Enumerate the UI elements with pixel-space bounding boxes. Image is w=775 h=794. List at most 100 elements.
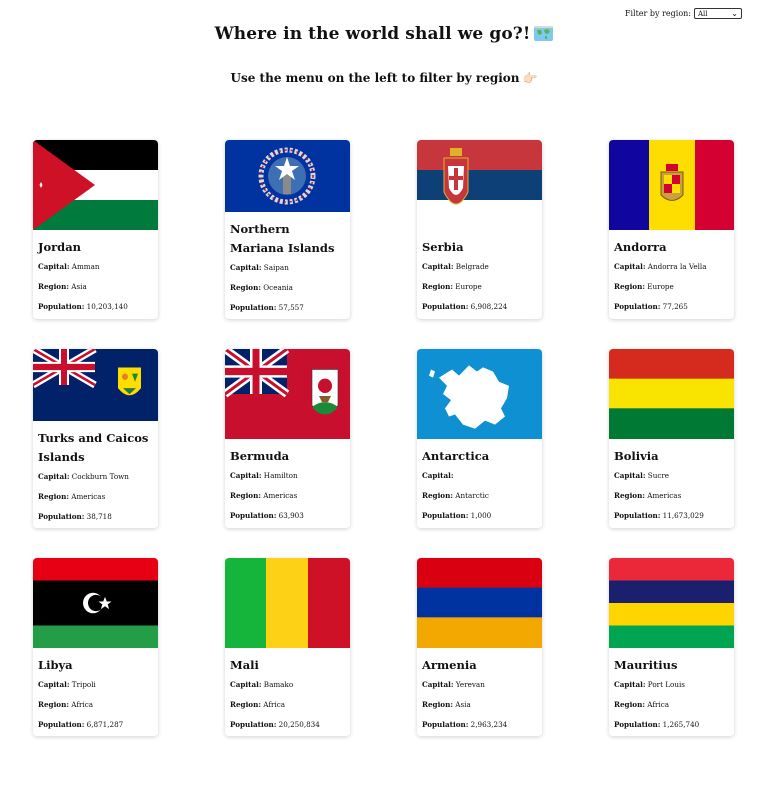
population-label: Population: [38,302,85,311]
country-population: Population: 1,000 [422,511,537,520]
country-capital: Capital: [422,471,537,480]
capital-label: Capital: [230,263,262,272]
population-label: Population: [230,720,277,729]
region-value: Africa [71,700,94,709]
capital-label: Capital: [614,471,646,480]
country-population: Population: 57,557 [230,303,345,312]
population-label: Population: [230,511,277,520]
country-card[interactable]: Antarctica Capital: Region: Antarctic Po… [417,349,542,528]
country-card[interactable]: Mali Capital: Bamako Region: Africa Popu… [225,558,350,736]
bermuda-flag-icon [225,349,350,439]
region-value: Oceania [263,283,293,292]
capital-label: Capital: [614,680,646,689]
region-label: Region: [422,700,453,709]
region-value: Africa [263,700,286,709]
country-name: Andorra [614,240,667,254]
capital-label: Capital: [230,680,262,689]
region-label: Region: [614,491,645,500]
capital-value: Tripoli [71,680,96,689]
country-card[interactable]: Turks and Caicos Islands Capital: Cockbu… [33,349,158,528]
country-name: Bermuda [230,449,290,463]
population-label: Population: [614,511,661,520]
country-region: Region: Americas [38,492,153,501]
andorra-flag-icon [609,140,734,230]
region-select-value: All [698,9,708,18]
region-value: Africa [647,700,670,709]
population-label: Population: [422,511,469,520]
country-capital: Capital: Saipan [230,263,345,272]
country-capital: Capital: Cockburn Town [38,472,153,481]
country-grid: Jordan Capital: Amman Region: Asia Popul… [33,140,734,736]
country-population: Population: 6,908,224 [422,302,537,311]
country-capital: Capital: Port Louis [614,680,729,689]
capital-value: Saipan [263,263,289,272]
capital-value: Yerevan [455,680,485,689]
antarctica-flag-icon [417,349,542,439]
country-card[interactable]: Jordan Capital: Amman Region: Asia Popul… [33,140,158,319]
country-capital: Capital: Sucre [614,471,729,480]
country-region: Region: Africa [230,700,345,709]
population-value: 6,908,224 [470,302,508,311]
mali-flag-icon [225,558,350,648]
region-select[interactable]: All ⌄ [694,8,742,19]
country-region: Region: Antarctic [422,491,537,500]
country-name: Mali [230,658,259,672]
capital-value: Cockburn Town [71,472,129,481]
jordan-flag-icon [33,140,158,230]
region-value: Americas [71,492,106,501]
country-card[interactable]: Mauritius Capital: Port Louis Region: Af… [609,558,734,736]
country-card[interactable]: Armenia Capital: Yerevan Region: Asia Po… [417,558,542,736]
population-label: Population: [614,720,661,729]
region-value: Europe [647,282,674,291]
page-subtitle-text: Use the menu on the left to filter by re… [230,71,520,85]
country-population: Population: 20,250,834 [230,720,345,729]
country-population: Population: 6,871,287 [38,720,153,729]
region-value: Americas [263,491,298,500]
country-card[interactable]: Northern Mariana Islands Capital: Saipan… [225,140,350,319]
page-subtitle: Use the menu on the left to filter by re… [0,71,768,85]
region-filter: Filter by region: All ⌄ [625,8,742,19]
country-region: Region: Oceania [230,283,345,292]
country-card[interactable]: Serbia Capital: Belgrade Region: Europe … [417,140,542,319]
population-value: 1,000 [470,511,492,520]
country-card[interactable]: Andorra Capital: Andorra la Vella Region… [609,140,734,319]
world-map-icon [534,26,554,41]
region-label: Region: [614,282,645,291]
serbia-flag-icon [417,140,542,230]
region-label: Region: [38,492,69,501]
population-label: Population: [422,720,469,729]
population-value: 57,557 [278,303,304,312]
population-label: Population: [230,303,277,312]
page-title-text: Where in the world shall we go?! [214,24,531,44]
country-capital: Capital: Andorra la Vella [614,262,729,271]
country-population: Population: 63,903 [230,511,345,520]
population-value: 38,718 [86,512,112,521]
capital-value: Sucre [647,471,670,480]
population-label: Population: [38,720,85,729]
country-population: Population: 2,963,234 [422,720,537,729]
country-region: Region: Americas [230,491,345,500]
region-label: Region: [230,491,261,500]
country-region: Region: Asia [38,282,153,291]
country-population: Population: 1,265,740 [614,720,729,729]
country-population: Population: 11,673,029 [614,511,729,520]
country-card[interactable]: Bolivia Capital: Sucre Region: Americas … [609,349,734,528]
capital-value: Bamako [263,680,294,689]
country-name: Antarctica [422,449,490,463]
country-capital: Capital: Hamilton [230,471,345,480]
population-label: Population: [614,302,661,311]
region-label: Region: [422,282,453,291]
region-label: Region: [38,700,69,709]
capital-label: Capital: [38,262,70,271]
region-value: Americas [647,491,682,500]
country-capital: Capital: Amman [38,262,153,271]
region-label: Region: [614,700,645,709]
capital-label: Capital: [422,680,454,689]
country-card[interactable]: Libya Capital: Tripoli Region: Africa Po… [33,558,158,736]
population-value: 10,203,140 [86,302,128,311]
mauritius-flag-icon [609,558,734,648]
country-card[interactable]: Bermuda Capital: Hamilton Region: Americ… [225,349,350,528]
libya-flag-icon [33,558,158,648]
country-name: Turks and Caicos Islands [38,431,149,464]
population-value: 2,963,234 [470,720,508,729]
